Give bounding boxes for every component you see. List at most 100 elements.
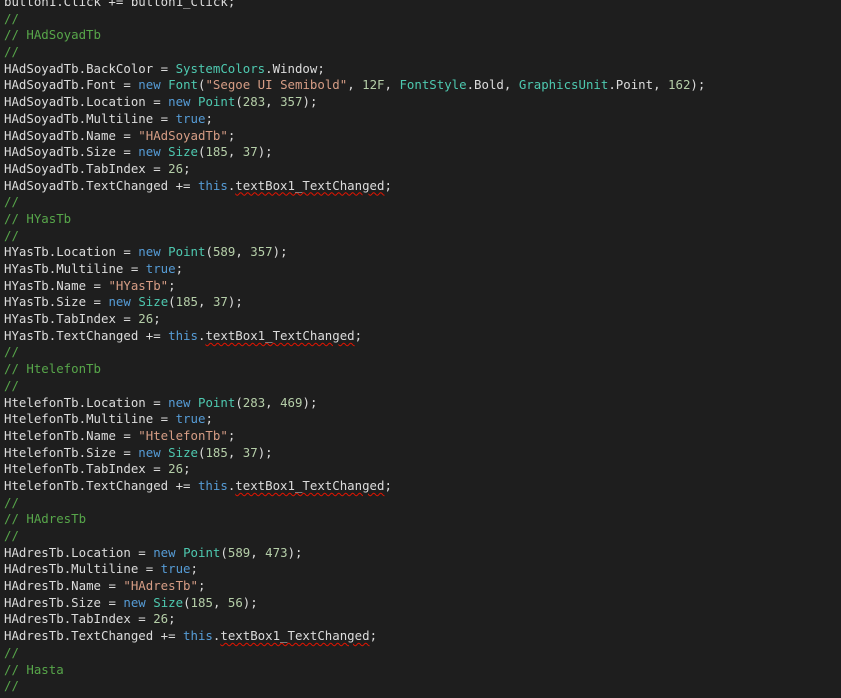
code-line[interactable]: //	[4, 495, 705, 512]
code-token: .Size =	[78, 444, 139, 460]
code-line[interactable]: //	[4, 645, 705, 662]
code-line[interactable]: HtelefonTb.Multiline = true;	[4, 411, 705, 428]
code-token: .Multiline =	[48, 261, 146, 276]
code-line[interactable]: //	[4, 344, 705, 361]
code-token: HAdresTb	[4, 561, 64, 577]
code-token: //	[4, 10, 19, 26]
code-token: GraphicsUnit	[518, 77, 609, 93]
code-token: .TextChanged +=	[78, 477, 198, 493]
code-token: ,	[265, 94, 281, 110]
code-token: true	[145, 261, 176, 276]
code-token: .Size =	[78, 144, 139, 160]
code-line[interactable]: // HAdresTb	[4, 511, 705, 528]
code-token: .TabIndex =	[63, 611, 154, 627]
code-token: this	[197, 177, 228, 193]
code-line[interactable]: HtelefonTb.TextChanged += this.textBox1_…	[4, 478, 705, 495]
code-line[interactable]: HAdresTb.Name = "HAdresTb";	[4, 578, 705, 595]
code-token: HtelefonTb	[4, 461, 79, 477]
code-token: 26	[138, 311, 154, 327]
code-token: HAdSoyadTb	[4, 60, 79, 76]
code-token: ;	[153, 311, 161, 327]
code-token: ;	[354, 327, 363, 343]
code-line[interactable]: HYasTb.TextChanged += this.textBox1_Text…	[4, 328, 705, 345]
code-token: 469	[280, 394, 303, 410]
code-line[interactable]: HAdresTb.Size = new Size(185, 56);	[4, 595, 705, 612]
code-line[interactable]: HtelefonTb.Location = new Point(283, 469…	[4, 395, 705, 412]
code-editor[interactable]: button1.Click += button1_Click;//// HAdS…	[0, 0, 841, 698]
code-token: 185	[190, 594, 213, 610]
code-token: 26	[153, 611, 169, 627]
code-line[interactable]: HAdSoyadTb.TabIndex = 26;	[4, 161, 705, 178]
code-token: ;	[168, 277, 176, 293]
code-line[interactable]: HAdSoyadTb.Size = new Size(185, 37);	[4, 144, 705, 161]
code-token: //	[4, 644, 19, 660]
code-line[interactable]: //	[4, 44, 705, 61]
code-token: button1_Click	[130, 0, 228, 9]
code-token: .TabIndex =	[78, 461, 169, 477]
code-line[interactable]: HAdSoyadTb.Location = new Point(283, 357…	[4, 94, 705, 111]
code-line[interactable]: HAdSoyadTb.Multiline = true;	[4, 111, 705, 128]
code-token: //	[4, 344, 19, 360]
code-line[interactable]: // HAdSoyadTb	[4, 27, 705, 44]
code-token: //	[4, 528, 19, 543]
code-token: Point	[168, 244, 206, 260]
code-content[interactable]: button1.Click += button1_Click;//// HAdS…	[4, 0, 705, 695]
code-line[interactable]: HYasTb.Location = new Point(589, 357);	[4, 244, 705, 261]
code-line[interactable]: button1.Click += button1_Click;	[4, 0, 705, 11]
code-line[interactable]: HAdresTb.Location = new Point(589, 473);	[4, 545, 705, 562]
code-token: ;	[168, 611, 176, 627]
code-line[interactable]: HtelefonTb.Name = "HtelefonTb";	[4, 428, 705, 445]
code-token: .Multiline =	[78, 411, 176, 427]
code-line[interactable]: HtelefonTb.Size = new Size(185, 37);	[4, 445, 705, 462]
error-underlined-token: textBox1_TextChanged	[235, 177, 385, 193]
code-line[interactable]: //	[4, 194, 705, 211]
code-line[interactable]: HYasTb.Multiline = true;	[4, 261, 705, 278]
code-token: 37	[242, 444, 258, 460]
code-token: HAdresTb	[4, 578, 64, 594]
code-token: HAdSoyadTb	[4, 77, 79, 93]
code-line[interactable]: // HYasTb	[4, 211, 705, 228]
code-line[interactable]: // HtelefonTb	[4, 361, 705, 378]
code-line[interactable]: HAdresTb.Multiline = true;	[4, 561, 705, 578]
code-token: "HAdSoyadTb"	[138, 127, 228, 143]
code-token: ,	[265, 394, 281, 410]
code-line[interactable]: HtelefonTb.TabIndex = 26;	[4, 461, 705, 478]
code-token: HtelefonTb	[4, 477, 79, 493]
code-line[interactable]: //	[4, 678, 705, 695]
code-token: .TextChanged +=	[63, 628, 184, 644]
code-line[interactable]: HYasTb.Name = "HYasTb";	[4, 278, 705, 295]
code-line[interactable]: //	[4, 228, 705, 245]
code-token: Point	[183, 544, 221, 560]
code-token: 26	[168, 160, 184, 176]
code-token: .Bold,	[466, 77, 519, 93]
code-token: 37	[242, 144, 258, 160]
code-line[interactable]: //	[4, 11, 705, 28]
code-token: .Location =	[78, 94, 169, 110]
code-line[interactable]: HAdresTb.TabIndex = 26;	[4, 611, 705, 628]
code-token: .BackColor =	[78, 60, 176, 76]
code-token: ,	[212, 594, 228, 610]
code-line[interactable]: HAdSoyadTb.TextChanged += this.textBox1_…	[4, 178, 705, 195]
code-token: //	[4, 494, 19, 510]
code-token: Font	[168, 77, 198, 93]
code-token: ;	[183, 461, 191, 477]
code-line[interactable]: HAdresTb.TextChanged += this.textBox1_Te…	[4, 628, 705, 645]
code-line[interactable]: //	[4, 528, 705, 545]
code-line[interactable]: HYasTb.TabIndex = 26;	[4, 311, 705, 328]
code-token: new	[168, 94, 191, 110]
code-line[interactable]: HYasTb.Size = new Size(185, 37);	[4, 294, 705, 311]
code-line[interactable]: //	[4, 378, 705, 395]
code-token: 56	[227, 594, 243, 610]
code-token: .Window;	[265, 60, 325, 76]
code-token: 185	[205, 444, 228, 460]
code-line[interactable]: HAdSoyadTb.Font = new Font("Segoe UI Sem…	[4, 77, 705, 94]
code-token: ;	[227, 127, 236, 143]
code-line[interactable]: HAdSoyadTb.BackColor = SystemColors.Wind…	[4, 61, 705, 78]
code-line[interactable]: HAdSoyadTb.Name = "HAdSoyadTb";	[4, 128, 705, 145]
code-token: FontStyle	[399, 77, 467, 93]
code-token: );	[302, 394, 318, 410]
code-line[interactable]: // Hasta	[4, 662, 705, 679]
